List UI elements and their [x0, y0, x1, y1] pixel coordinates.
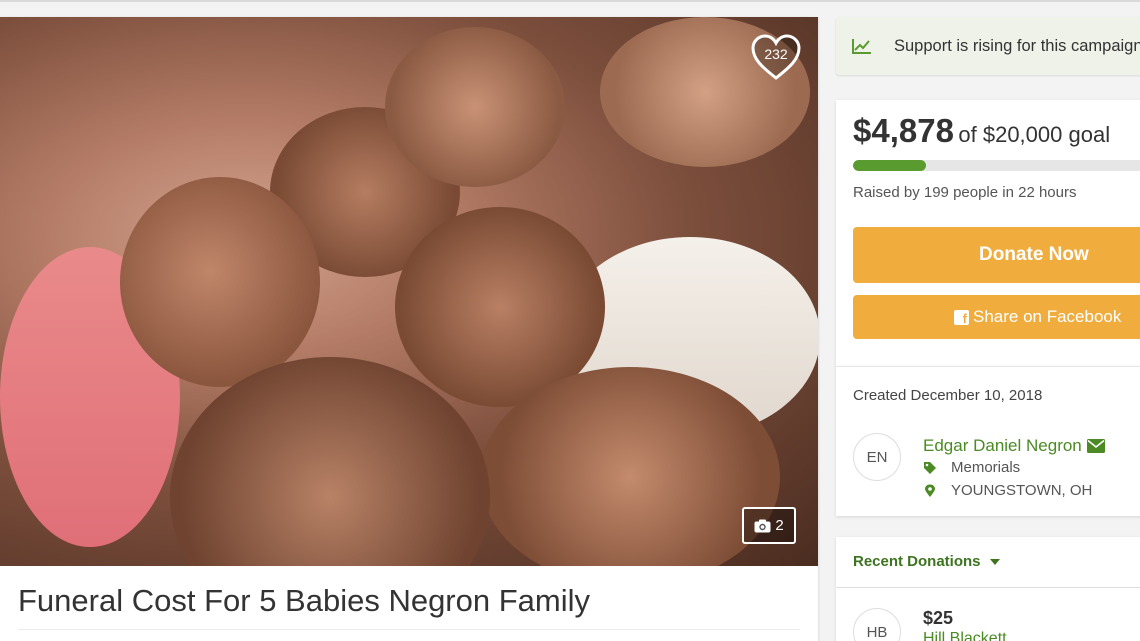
support-rising-banner: Support is rising for this campaign: [836, 17, 1140, 75]
raised-by-text: Raised by 199 people in 22 hours: [853, 184, 1077, 201]
location-row: YOUNGSTOWN, OH: [923, 482, 1092, 499]
progress-bar: [853, 160, 1140, 171]
recent-donations-card: Recent Donations: [836, 537, 1140, 587]
recent-donations-label: Recent Donations: [853, 553, 981, 570]
title-divider: [18, 629, 800, 630]
amount-raised: $4,878: [853, 112, 954, 149]
organizer-link[interactable]: Edgar Daniel Negron: [923, 436, 1105, 456]
goal-text: of $20,000 goal: [958, 122, 1111, 147]
support-rising-text: Support is rising for this campaign: [894, 36, 1140, 55]
campaign-photo[interactable]: 232 2: [0, 17, 818, 566]
organizer-avatar: EN: [853, 433, 901, 481]
heart-count: 232: [764, 46, 788, 62]
camera-icon: [754, 519, 771, 532]
campaign-title: Funeral Cost For 5 Babies Negron Family: [18, 583, 591, 618]
facebook-icon: f: [954, 309, 969, 325]
caret-down-icon: [989, 558, 1000, 565]
share-facebook-label: Share on Facebook: [973, 307, 1122, 326]
campaign-info-card: Created December 10, 2018 EN Edgar Danie…: [836, 366, 1140, 516]
trend-up-icon: [852, 39, 871, 54]
donation-amount: $25: [923, 608, 954, 628]
donation-stats-card: $4,878 of $20,000 goal Raised by 199 peo…: [836, 100, 1140, 366]
envelope-icon[interactable]: [1086, 439, 1105, 453]
progress-fill: [853, 160, 927, 171]
location-label: YOUNGSTOWN, OH: [951, 482, 1093, 499]
recent-donations-toggle[interactable]: Recent Donations: [853, 553, 1000, 570]
category-label: Memorials: [951, 459, 1021, 476]
photo-count-label: 2: [775, 517, 784, 534]
donate-now-button[interactable]: Donate Now: [853, 227, 1140, 283]
tag-icon: [924, 461, 936, 474]
map-pin-icon: [925, 484, 935, 497]
amount-line: $4,878 of $20,000 goal: [853, 112, 1110, 150]
share-facebook-button[interactable]: f Share on Facebook: [853, 295, 1140, 339]
donor-name[interactable]: Hill Blackett: [923, 630, 1007, 641]
campaign-card: 232 2 Funeral Cost For 5 Babies Negron F…: [0, 17, 818, 641]
photo-gallery-button[interactable]: 2: [742, 507, 796, 544]
heart-button[interactable]: 232: [750, 33, 802, 81]
created-date: Created December 10, 2018: [853, 387, 1043, 404]
top-divider: [0, 0, 1140, 2]
category-row[interactable]: Memorials: [923, 459, 1020, 476]
organizer-name: Edgar Daniel Negron: [923, 436, 1082, 455]
donation-item: HB $25 Hill Blackett: [836, 588, 1140, 641]
donor-avatar: HB: [853, 608, 901, 641]
